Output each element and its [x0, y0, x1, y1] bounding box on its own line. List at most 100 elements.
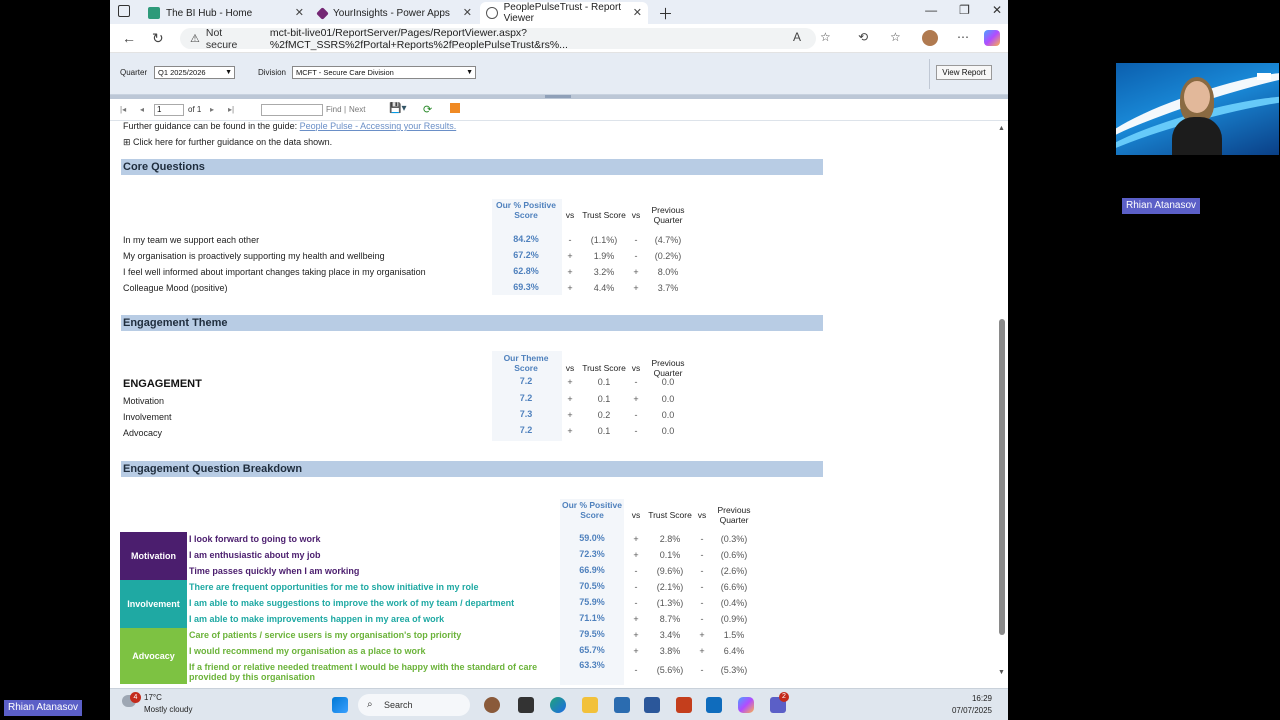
favorites-icon[interactable]: ☆	[890, 30, 901, 44]
widgets-icon[interactable]	[484, 697, 500, 713]
more-menu-icon[interactable]: ⋯	[957, 30, 969, 44]
previous-quarter-delta: (6.6%)	[720, 582, 748, 592]
profile-avatar[interactable]	[922, 30, 938, 46]
search-label: Search	[384, 700, 413, 710]
close-window-icon[interactable]: ✕	[992, 3, 1002, 17]
report-scrollbar[interactable]: ▲ ▼	[996, 121, 1008, 688]
export-icon[interactable]: 💾▾	[389, 103, 406, 114]
tab-bi-hub[interactable]: The BI Hub - Home ✕	[142, 2, 310, 24]
expand-guidance-toggle[interactable]: ⊞ Click here for further guidance on the…	[123, 137, 332, 148]
copilot-icon[interactable]	[738, 697, 754, 713]
page-number-input[interactable]: 1	[154, 104, 184, 116]
feed-icon[interactable]	[450, 103, 460, 113]
find-input[interactable]	[261, 104, 323, 116]
tab-report-viewer[interactable]: PeoplePulseTrust - Report Viewer ✕	[480, 2, 648, 24]
next-page-icon[interactable]: ▸	[210, 105, 214, 114]
outlook-icon[interactable]	[706, 697, 722, 713]
quarter-label: Quarter	[120, 68, 148, 77]
previous-quarter-delta: 0.0	[661, 426, 675, 436]
page-count: of 1	[188, 105, 202, 114]
view-report-button[interactable]: View Report	[936, 65, 992, 80]
scroll-down-icon[interactable]: ▼	[998, 669, 1005, 676]
participant-video	[1116, 63, 1279, 155]
read-aloud-icon[interactable]: A	[793, 30, 801, 44]
close-tab-icon[interactable]: ✕	[633, 6, 642, 19]
score-value: 72.3%	[579, 549, 605, 559]
extensions-icon[interactable]: ⟲	[858, 30, 868, 44]
clock[interactable]: 16:29 07/07/2025	[952, 693, 992, 717]
trust-delta: 0.1%	[659, 550, 681, 560]
trust-delta: 3.2%	[593, 267, 615, 277]
chevron-down-icon: ▼	[225, 69, 232, 76]
store-icon[interactable]	[614, 697, 630, 713]
scroll-up-icon[interactable]: ▲	[998, 125, 1005, 132]
tab-actions-icon[interactable]	[118, 5, 130, 17]
new-tab-button[interactable]: ＋	[658, 3, 673, 24]
score-value: 67.2%	[513, 250, 539, 260]
window-controls: — ❐ ✕	[925, 3, 1002, 17]
trust-delta: (1.3%)	[656, 598, 684, 608]
breakdown-question-label: I am able to make suggestions to improve…	[189, 598, 515, 608]
scrollbar-thumb[interactable]	[999, 319, 1005, 635]
previous-quarter-column-header: Previous Quarter	[651, 205, 685, 225]
trust-delta: 2.8%	[659, 534, 681, 544]
copilot-icon[interactable]	[984, 30, 1000, 46]
previous-quarter-delta: 1.5%	[723, 630, 745, 640]
tab-strip: The BI Hub - Home ✕ YourInsights - Power…	[110, 0, 1008, 24]
tab-powerapps[interactable]: YourInsights - Power Apps ✕	[312, 2, 478, 24]
temperature: 17°C	[144, 693, 162, 702]
engagement-theme-label: Involvement	[123, 412, 172, 422]
task-view-icon[interactable]	[518, 697, 534, 713]
close-tab-icon[interactable]: ✕	[295, 6, 304, 19]
back-icon[interactable]: ←	[122, 30, 136, 46]
engagement-breakdown-header: Engagement Question Breakdown	[121, 461, 823, 477]
favorite-star-icon[interactable]: ☆	[820, 30, 831, 44]
score-value: 75.9%	[579, 597, 605, 607]
warning-icon: ⚠	[190, 33, 200, 45]
file-explorer-icon[interactable]	[582, 697, 598, 713]
find-link[interactable]: Find	[326, 105, 342, 114]
search-icon: ⌕	[367, 699, 373, 710]
previous-quarter-delta: (2.6%)	[720, 566, 748, 576]
windows-start-icon[interactable]	[332, 697, 348, 713]
bi-hub-favicon-icon	[148, 7, 160, 19]
previous-quarter-delta: 0.0	[661, 410, 675, 420]
category-cell-motivation: Motivation	[120, 532, 187, 580]
word-icon[interactable]	[644, 697, 660, 713]
last-page-icon[interactable]: ▸|	[228, 105, 234, 114]
score-value: 7.3	[519, 409, 533, 419]
splitter-handle[interactable]	[545, 95, 571, 98]
previous-quarter-delta: (0.4%)	[720, 598, 748, 608]
score-value: 66.9%	[579, 565, 605, 575]
refresh-icon[interactable]: ↻	[152, 30, 164, 47]
url-field[interactable]: ⚠ Not secure mct-bit-live01/ReportServer…	[180, 26, 816, 51]
trust-delta: 0.1	[597, 377, 611, 387]
engagement-theme-label: Motivation	[123, 396, 165, 406]
previous-quarter-delta: (0.9%)	[720, 614, 748, 624]
trust-delta: 3.8%	[659, 646, 681, 656]
find-next-link[interactable]: Next	[349, 105, 365, 114]
time: 16:29	[971, 694, 992, 703]
restore-icon[interactable]: ❐	[959, 3, 970, 17]
score-value: 7.2	[519, 425, 533, 435]
quarter-select[interactable]: Q1 2025/2026 ▼	[154, 66, 235, 79]
prev-page-icon[interactable]: ◂	[140, 105, 144, 114]
guidance-link[interactable]: People Pulse - Accessing your Results.	[300, 121, 457, 131]
address-bar: ← ↻ ⚠ Not secure mct-bit-live01/ReportSe…	[110, 24, 1008, 53]
guidance-text: Further guidance can be found in the gui…	[123, 121, 298, 131]
close-tab-icon[interactable]: ✕	[463, 6, 472, 19]
taskbar-search[interactable]: ⌕ Search	[358, 694, 470, 716]
not-secure-label: Not secure	[205, 26, 238, 51]
refresh-report-icon[interactable]: ⟳	[423, 103, 432, 116]
score-value: 62.8%	[513, 266, 539, 276]
edge-icon[interactable]	[550, 697, 566, 713]
self-name-badge: Rhian Atanasov	[4, 700, 83, 716]
guidance-line: Further guidance can be found in the gui…	[123, 121, 456, 131]
score-value: 84.2%	[513, 234, 539, 244]
first-page-icon[interactable]: |◂	[120, 105, 126, 114]
trust-delta: (9.6%)	[656, 566, 684, 576]
minimize-icon[interactable]: —	[925, 3, 937, 17]
division-select[interactable]: MCFT - Secure Care Division ▼	[292, 66, 476, 79]
powerpoint-icon[interactable]	[676, 697, 692, 713]
score-value: 69.3%	[513, 282, 539, 292]
